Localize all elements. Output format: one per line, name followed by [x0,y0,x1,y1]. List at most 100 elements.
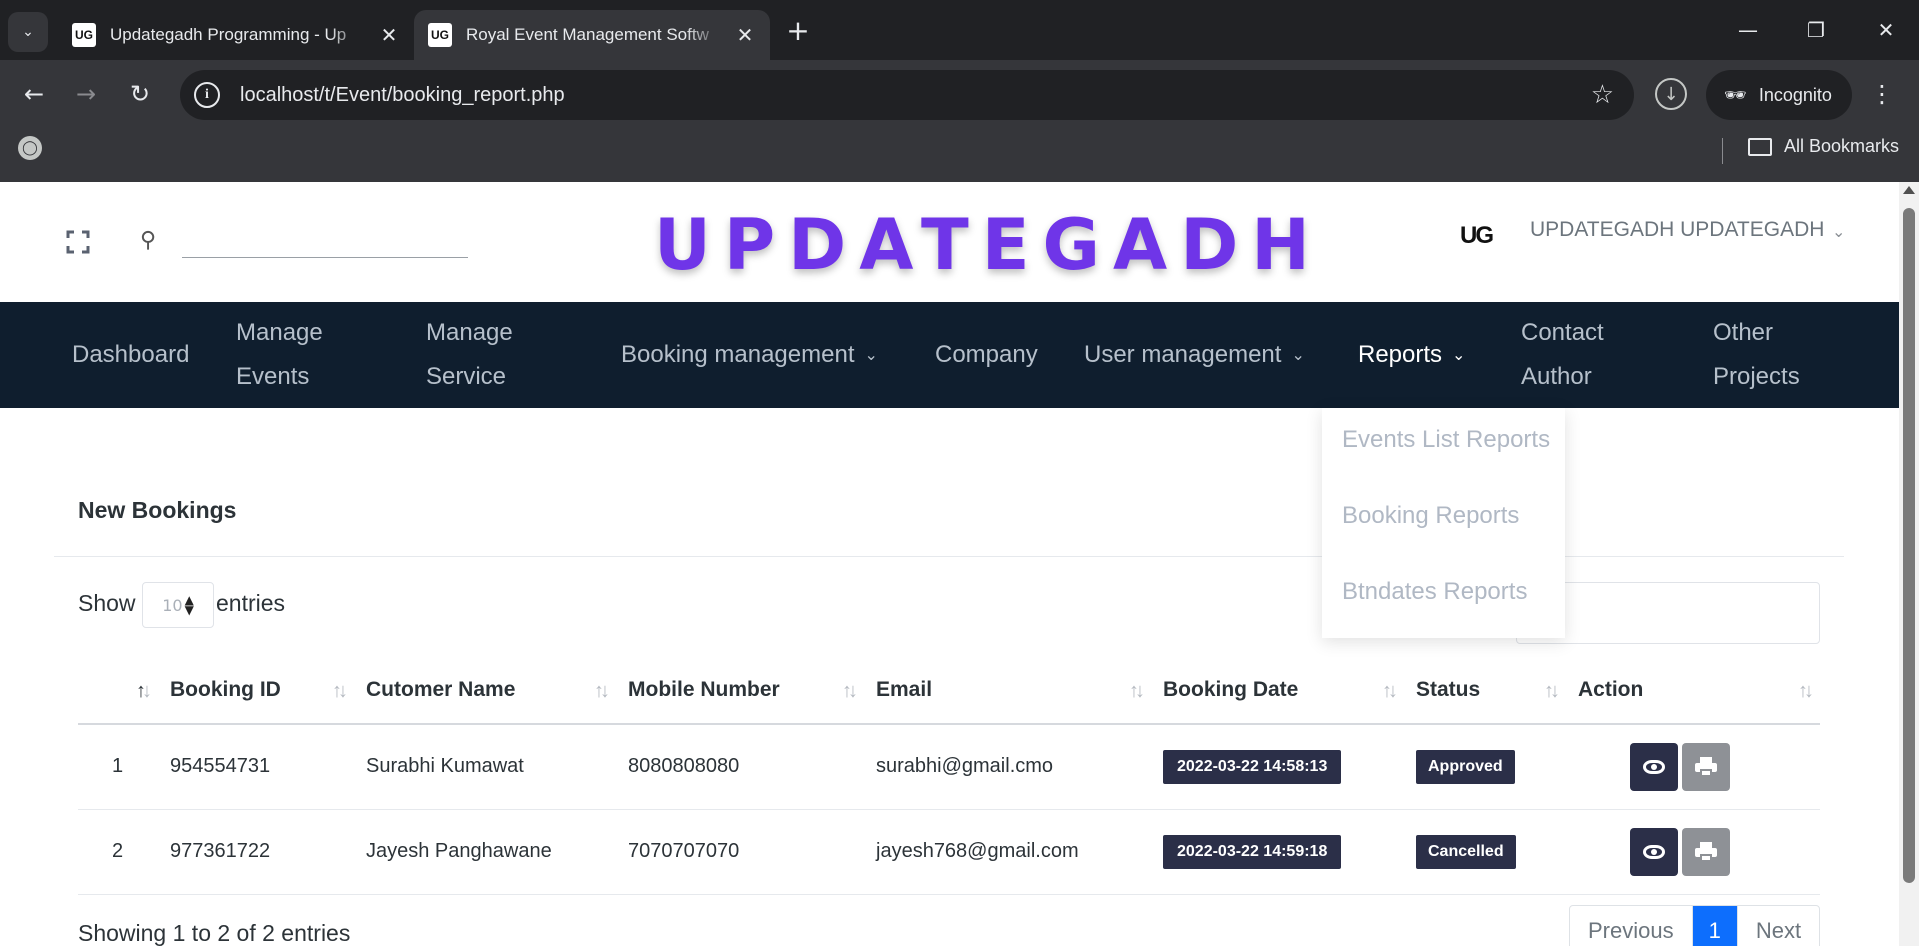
column-header-email[interactable]: Email ↑↓ [864,656,1151,725]
main-navbar: Dashboard Manage Events Manage Service B… [0,302,1899,408]
column-header-action[interactable]: Action ↑↓ [1566,656,1820,725]
print-button[interactable] [1682,827,1730,876]
nav-reports[interactable]: Reports ⌄ [1358,333,1465,380]
forward-arrow-icon[interactable]: → [66,74,106,114]
column-header-booking-id[interactable]: Booking ID ↑↓ [158,656,354,725]
table-header-row: ↑↓ Booking ID ↑↓ Cutomer Name ↑↓ Mobile … [78,656,1820,725]
tab-search-button[interactable]: ⌄ [8,12,48,52]
sort-icon: ↑↓ [594,680,610,702]
status-badge: Cancelled [1416,834,1516,869]
view-button[interactable] [1630,827,1678,876]
nav-manage-events[interactable]: Manage Events [236,311,323,399]
pagination-previous[interactable]: Previous [1570,906,1692,946]
nav-label: Contact [1521,319,1604,346]
column-header-status[interactable]: Status ↑↓ [1404,656,1566,725]
column-header-no[interactable]: ↑↓ [78,656,158,725]
site-info-icon[interactable]: i [194,82,220,108]
view-button[interactable] [1630,742,1678,791]
printer-icon [1695,841,1717,862]
tab-title: Royal Event Management Softw [466,25,709,44]
dropdown-item-events-list-reports[interactable]: Events List Reports [1342,426,1550,454]
nav-label: Dashboard [72,341,190,368]
minimize-icon[interactable]: — [1718,8,1778,52]
scroll-up-arrow-icon[interactable] [1903,186,1915,194]
pagination: Previous 1 Next [1569,905,1821,946]
sort-icon: ↑↓ [1544,680,1560,702]
pagination-page-1[interactable]: 1 [1691,906,1737,946]
show-label: Show [78,590,136,616]
restore-icon[interactable]: ❐ [1786,8,1846,52]
bookmark-star-icon[interactable]: ☆ [1591,80,1614,110]
url-text[interactable]: localhost/t/Event/booking_report.php [240,84,565,107]
select-arrows-icon: ▲ ▼ [184,593,194,617]
card-divider [54,556,1844,557]
tab-favicon-icon: UG [72,23,96,47]
folder-icon [1748,137,1772,156]
browser-tab-bar: ⌄ UG Updategadh Programming - Up ✕ UG Ro… [0,0,1919,60]
globe-icon[interactable]: ◯ [18,136,42,160]
nav-booking-management[interactable]: Booking management ⌄ [621,333,878,380]
address-bar[interactable]: i localhost/t/Event/booking_report.php ☆ [180,70,1634,120]
cell-status: Cancelled [1404,809,1566,895]
back-arrow-icon[interactable]: ← [14,74,54,114]
card-title: New Bookings [78,497,237,523]
avatar[interactable]: UG [1458,218,1494,254]
browser-tab-royal-event[interactable]: UG Royal Event Management Softw ✕ [414,10,770,60]
chevron-down-icon[interactable]: ⌄ [1832,222,1845,241]
print-button[interactable] [1682,742,1730,791]
cell-action [1566,809,1820,895]
cell-customer-name: Jayesh Panghawane [354,809,616,895]
nav-manage-service[interactable]: Manage Service [426,311,513,399]
cell-action [1566,724,1820,810]
eye-icon [1643,759,1665,774]
reload-icon[interactable]: ↻ [120,74,160,114]
column-header-customer-name[interactable]: Cutomer Name ↑↓ [354,656,616,725]
new-tab-plus-icon[interactable]: + [780,12,816,48]
close-icon[interactable]: ✕ [734,23,756,47]
nav-label: Reports [1358,341,1443,368]
nav-user-management[interactable]: User management ⌄ [1084,333,1305,380]
search-icon[interactable]: ⚲ [140,228,156,253]
site-logo[interactable]: UPDATEGADH [654,204,1323,286]
nav-label: Manage [236,319,323,346]
fullscreen-icon[interactable] [66,230,90,254]
column-header-booking-date[interactable]: Booking Date ↑↓ [1151,656,1404,725]
column-header-mobile-number[interactable]: Mobile Number ↑↓ [616,656,864,725]
pagination-next[interactable]: Next [1736,906,1819,946]
incognito-icon: 🕶 [1724,84,1747,105]
sort-icon: ↑↓ [1382,680,1398,702]
incognito-profile-button[interactable]: 🕶 Incognito [1706,70,1852,120]
search-input[interactable] [182,224,468,258]
chevron-down-icon: ⌄ [864,347,878,364]
cell-booking-date: 2022-03-22 14:59:18 [1151,809,1404,895]
page-length-select[interactable]: 10 ▲ ▼ [142,582,214,628]
nav-dashboard[interactable]: Dashboard [72,333,189,377]
table-row: 1 954554731 Surabhi Kumawat 8080808080 s… [78,724,1820,810]
chevron-down-icon: ⌄ [22,24,34,40]
date-badge: 2022-03-22 14:58:13 [1163,749,1342,784]
page-viewport: ⚲ UPDATEGADH UG UPDATEGADH UPDATEGADH ⌄ … [0,182,1899,946]
bookmarks-divider [1722,138,1723,164]
nav-contact-author[interactable]: Contact Author [1521,311,1604,399]
close-icon[interactable]: ✕ [378,23,400,47]
page-scrollbar[interactable] [1899,182,1919,946]
dropdown-item-btndates-reports[interactable]: Btndates Reports [1342,578,1527,606]
all-bookmarks-label: All Bookmarks [1784,136,1900,156]
bookings-table: ↑↓ Booking ID ↑↓ Cutomer Name ↑↓ Mobile … [78,656,1820,895]
window-close-icon[interactable]: ✕ [1856,8,1916,52]
nav-other-projects[interactable]: Other Projects [1713,311,1800,399]
browser-tab-updategadh[interactable]: UG Updategadh Programming - Up ✕ [58,10,414,60]
incognito-label: Incognito [1758,84,1832,105]
cell-no: 2 [78,809,158,895]
dropdown-item-booking-reports[interactable]: Booking Reports [1342,502,1519,530]
nav-company[interactable]: Company [935,333,1038,377]
browser-menu-icon[interactable]: ⋮ [1862,74,1902,114]
scroll-thumb[interactable] [1903,208,1915,883]
reports-dropdown-menu: Events List Reports Booking Reports Btnd… [1322,408,1565,638]
all-bookmarks-button[interactable]: All Bookmarks [1748,136,1899,157]
download-icon[interactable]: ↓ [1655,78,1687,110]
chevron-down-icon: ⌄ [1452,347,1466,364]
user-name[interactable]: UPDATEGADH UPDATEGADH [1530,218,1824,242]
eye-icon [1643,844,1665,859]
entries-label: entries [216,590,286,616]
